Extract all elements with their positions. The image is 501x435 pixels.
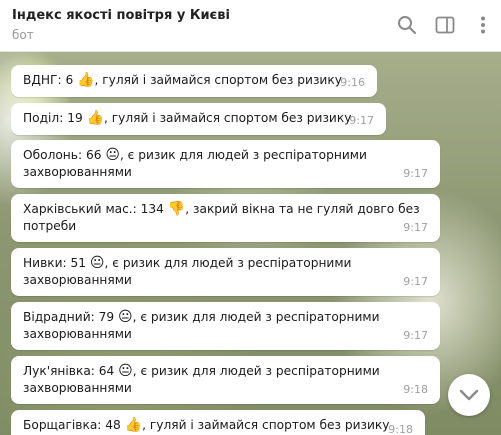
message-time: 9:17 <box>349 114 374 127</box>
message-time: 9:16 <box>340 76 365 89</box>
message-advice: , гуляй і займайся спортом без ризику <box>94 73 342 87</box>
message-bubble: Борщагівка: 48 👍, гуляй і займайся спорт… <box>11 410 425 435</box>
message-district: Поділ: 19 <box>23 111 83 125</box>
message-bubble: Харківський мас.: 134 👎, закрий вікна та… <box>11 194 440 242</box>
message-time: 9:18 <box>403 383 428 396</box>
message-bubble: Поділ: 19 👍, гуляй і займайся спортом бе… <box>11 103 386 135</box>
message-bubble: Оболонь: 66 😐, є ризик для людей з респі… <box>11 140 440 188</box>
message-district: Відрадний: 79 <box>23 310 115 324</box>
message-bubble: Відрадний: 79 😐, є ризик для людей з рес… <box>11 302 440 350</box>
neutral-face-icon: 😐 <box>105 147 120 163</box>
search-icon[interactable] <box>396 14 418 36</box>
neutral-face-icon: 😐 <box>89 255 105 271</box>
chat-header: Індекс якості повітря у Києві бот <box>0 0 501 52</box>
more-icon[interactable] <box>472 14 494 36</box>
message-district: Нивки: 51 <box>23 256 87 270</box>
thumbs-up-icon: 👍 <box>77 72 95 88</box>
neutral-face-icon: 😐 <box>118 363 133 379</box>
chat-area[interactable]: ВДНГ: 6 👍, гуляй і займайся спортом без … <box>0 52 501 435</box>
message-text: Борщагівка: 48 👍, гуляй і займайся спорт… <box>23 417 414 434</box>
scroll-to-bottom-button[interactable] <box>448 374 490 416</box>
message-district: Харківський мас.: 134 <box>23 202 164 216</box>
message-district: Лук'янівка: 64 <box>23 364 115 378</box>
message-text: Поділ: 19 👍, гуляй і займайся спортом бе… <box>23 110 375 127</box>
chat-subtitle: бот <box>12 28 34 42</box>
message-bubble: ВДНГ: 6 👍, гуляй і займайся спортом без … <box>11 65 377 97</box>
message-advice: , гуляй і займайся спортом без ризику <box>142 418 390 432</box>
message-district: Оболонь: 66 <box>23 148 102 162</box>
neutral-face-icon: 😐 <box>117 309 133 325</box>
message-text: Нивки: 51 😐, є ризик для людей з респіра… <box>23 255 429 289</box>
message-text: Харківський мас.: 134 👎, закрий вікна та… <box>23 201 429 235</box>
message-time: 9:17 <box>403 329 428 342</box>
message-time: 9:17 <box>403 167 428 180</box>
message-time: 9:17 <box>403 221 428 234</box>
message-district: ВДНГ: 6 <box>23 73 74 87</box>
thumbs-down-icon: 👎 <box>167 201 186 217</box>
message-text: ВДНГ: 6 👍, гуляй і займайся спортом без … <box>23 72 366 89</box>
message-district: Борщагівка: 48 <box>23 418 121 432</box>
message-time: 9:17 <box>403 275 428 288</box>
message-advice: , гуляй і займайся спортом без ризику <box>104 111 352 125</box>
message-bubble: Нивки: 51 😐, є ризик для людей з респіра… <box>11 248 440 296</box>
thumbs-up-icon: 👍 <box>86 110 105 126</box>
message-time: 9:18 <box>388 423 413 435</box>
message-bubble: Лук'янівка: 64 😐, є ризик для людей з ре… <box>11 356 440 404</box>
thumbs-up-icon: 👍 <box>124 417 143 433</box>
message-text: Лук'янівка: 64 😐, є ризик для людей з ре… <box>23 363 429 397</box>
chevron-down-icon <box>459 389 479 401</box>
message-text: Відрадний: 79 😐, є ризик для людей з рес… <box>23 309 429 343</box>
chat-title[interactable]: Індекс якості повітря у Києві <box>12 8 230 23</box>
sidebar-toggle-icon[interactable] <box>434 14 456 36</box>
message-text: Оболонь: 66 😐, є ризик для людей з респі… <box>23 147 429 181</box>
